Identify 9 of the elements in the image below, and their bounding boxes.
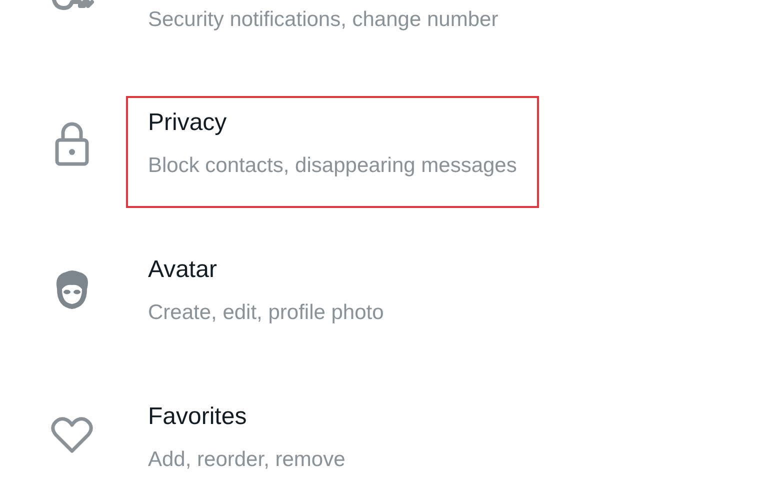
setting-subtitle: Security notifications, change number — [148, 7, 498, 33]
setting-title[interactable]: Favorites — [148, 402, 346, 432]
setting-title[interactable]: Avatar — [148, 255, 384, 285]
setting-title[interactable]: Privacy — [148, 108, 517, 138]
lock-icon — [54, 122, 90, 166]
heart-icon — [51, 416, 93, 454]
setting-subtitle: Block contacts, disappearing messages — [148, 153, 517, 179]
setting-subtitle: Add, reorder, remove — [148, 447, 346, 473]
setting-subtitle: Create, edit, profile photo — [148, 300, 384, 326]
